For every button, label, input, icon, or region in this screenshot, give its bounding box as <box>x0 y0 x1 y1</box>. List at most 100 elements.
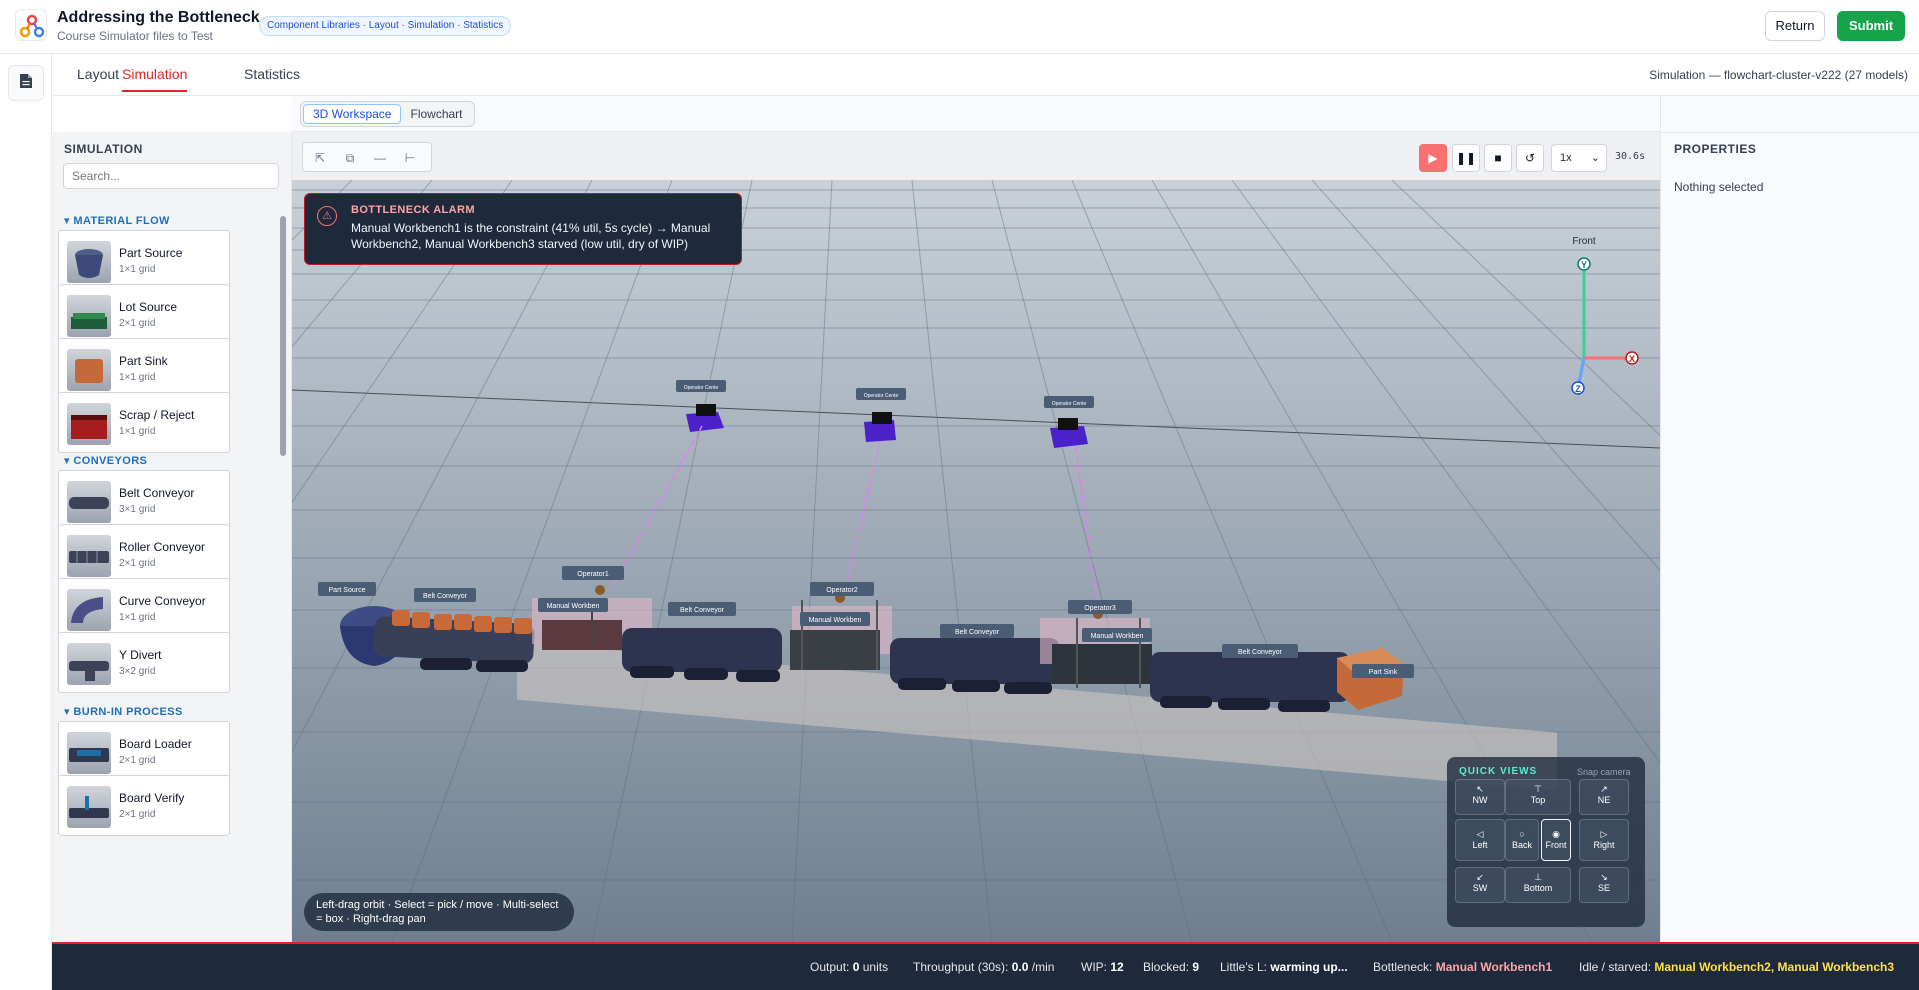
axis-front-label: Front <box>1572 236 1596 247</box>
arrow-se-icon: ↘ <box>1600 872 1608 882</box>
stat-label: Idle / starved: <box>1579 960 1652 974</box>
belt-conveyor-4[interactable] <box>1150 652 1350 712</box>
label-part-sink: Part Sink <box>1369 669 1398 676</box>
reset-button[interactable]: ↺ <box>1516 144 1544 172</box>
arrow-right-icon: ▷ <box>1600 829 1608 839</box>
view-ne-button[interactable]: ↗ NE <box>1579 779 1629 815</box>
alarm-text: Manual Workbench1 is the constraint (41%… <box>351 221 711 251</box>
item-size: 2×1 grid <box>119 755 156 766</box>
stat-bottleneck: Bottleneck: Manual Workbench1 <box>1373 960 1552 974</box>
stat-output: Output: 0 units <box>810 960 888 974</box>
item-size: 2×1 grid <box>119 809 156 820</box>
view-label: Back <box>1511 840 1532 850</box>
palette-item-roller-conveyor[interactable]: Roller Conveyor 2×1 grid <box>58 524 230 585</box>
palette-item-part-sink[interactable]: Part Sink 1×1 grid <box>58 338 230 399</box>
view-bottom-button[interactable]: ⊥ Bottom <box>1505 867 1571 903</box>
view-nw-button[interactable]: ↖ NW <box>1455 779 1505 815</box>
toggle-3d-workspace[interactable]: 3D Workspace <box>303 104 402 124</box>
component-palette: SIMULATION ▾ MATERIAL FLOW Part Source 1… <box>52 132 292 942</box>
arrow-left-icon: ◁ <box>1476 829 1484 839</box>
select-tool-icon[interactable]: ⇱ <box>309 147 331 169</box>
box-select-tool-icon[interactable]: ⧉ <box>339 147 361 169</box>
view-sw-button[interactable]: ↙ SW <box>1455 867 1505 903</box>
stat-label: WIP: <box>1081 960 1107 974</box>
palette-item-part-source[interactable]: Part Source 1×1 grid <box>58 230 230 291</box>
stat-throughput: Throughput (30s): 0.0 /min <box>913 960 1054 974</box>
palette-item-belt-conveyor[interactable]: Belt Conveyor 3×1 grid <box>58 470 230 531</box>
play-button[interactable]: ▶ <box>1419 144 1447 172</box>
label-belt4: Belt Conveyor <box>1238 649 1283 656</box>
label-workbench3: Manual Workben <box>1091 633 1144 640</box>
section-material-flow[interactable]: ▾ MATERIAL FLOW <box>64 214 170 227</box>
view-left-button[interactable]: ◁ Left <box>1455 819 1505 861</box>
label-operator-center-2: Operator Cente <box>864 393 899 399</box>
stop-icon: ■ <box>1494 151 1502 165</box>
axis-y-label: Y <box>1581 260 1587 270</box>
workbench-3[interactable] <box>1040 609 1152 688</box>
arrow-sw-icon: ↙ <box>1476 872 1484 882</box>
item-name: Roller Conveyor <box>119 540 206 554</box>
palette-item-lot-source[interactable]: Lot Source 2×1 grid <box>58 284 230 345</box>
board-loader-thumbnail <box>67 732 111 774</box>
view-front-button[interactable]: ◉ Front <box>1541 819 1571 861</box>
line-tool-icon[interactable]: — <box>369 147 391 169</box>
view-right-button[interactable]: ▷ Right <box>1579 819 1629 861</box>
breadcrumb[interactable]: Component Libraries · Layout · Simulatio… <box>259 16 512 36</box>
main-tabs: Layout Simulation Statistics Simulation … <box>52 54 1919 96</box>
belt-conveyor-2[interactable] <box>622 628 782 682</box>
submit-button[interactable]: Submit <box>1837 11 1905 41</box>
document-button[interactable] <box>8 65 44 101</box>
app-logo <box>15 9 47 41</box>
palette-item-board-verify[interactable]: Board Verify 2×1 grid <box>58 775 230 836</box>
roller-conveyor-thumbnail <box>67 535 111 577</box>
palette-scrollbar[interactable] <box>278 204 288 939</box>
palette-search-input[interactable] <box>63 163 279 189</box>
tab-simulation[interactable]: Simulation <box>122 66 188 92</box>
view-back-button[interactable]: ○ Back <box>1505 819 1539 861</box>
left-rail <box>0 54 52 990</box>
toggle-flowchart[interactable]: Flowchart <box>401 104 471 124</box>
belt-conveyor-3[interactable] <box>890 638 1060 694</box>
section-label: CONVEYORS <box>73 455 148 467</box>
view-top-button[interactable]: ⊤ Top <box>1505 779 1571 815</box>
tab-layout[interactable]: Layout <box>77 66 119 90</box>
item-size: 2×1 grid <box>119 558 156 569</box>
measure-tool-icon[interactable]: ⊢ <box>399 147 421 169</box>
item-name: Lot Source <box>119 300 178 314</box>
3d-viewport[interactable]: ⇱ ⧉ — ⊢ ▶ ❚❚ ■ ↺ 1x ⌄ 30.6s Part Source … <box>292 132 1660 942</box>
stat-value: Manual Workbench2, Manual Workbench3 <box>1654 960 1894 974</box>
view-label: Bottom <box>1523 883 1553 893</box>
section-burn-in[interactable]: ▾ BURN-IN PROCESS <box>64 705 183 718</box>
section-conveyors[interactable]: ▾ CONVEYORS <box>64 414 147 467</box>
speed-select[interactable]: 1x ⌄ <box>1551 144 1607 172</box>
return-button[interactable]: Return <box>1765 11 1825 41</box>
quick-views-subtitle: Snap camera <box>1577 767 1631 777</box>
palette-item-curve-conveyor[interactable]: Curve Conveyor 1×1 grid <box>58 578 230 639</box>
top-header: Addressing the Bottleneck Course Simulat… <box>0 0 1919 54</box>
stop-button[interactable]: ■ <box>1484 144 1512 172</box>
scrollbar-thumb[interactable] <box>280 216 286 456</box>
eye-icon: ◉ <box>1552 829 1560 839</box>
simulation-meta: Simulation — flowchart-cluster-v222 (27 … <box>1649 68 1908 82</box>
status-bar: Output: 0 units Throughput (30s): 0.0 /m… <box>52 942 1919 990</box>
label-workbench1: Manual Workben <box>547 603 600 610</box>
view-label: SW <box>1472 883 1488 893</box>
belt-conveyor-thumbnail <box>67 481 111 523</box>
stat-value: Manual Workbench1 <box>1435 960 1553 974</box>
palette-item-board-loader[interactable]: Board Loader 2×1 grid <box>58 721 230 782</box>
label-belt3: Belt Conveyor <box>955 629 1000 636</box>
palette-item-y-divert[interactable]: Y Divert 3×2 grid <box>58 632 230 693</box>
properties-empty: Nothing selected <box>1674 180 1764 194</box>
section-label: BURN-IN PROCESS <box>73 706 183 718</box>
tool-group: ⇱ ⧉ — ⊢ <box>302 142 432 172</box>
properties-panel: PROPERTIES Nothing selected <box>1660 96 1919 942</box>
view-se-button[interactable]: ↘ SE <box>1579 867 1629 903</box>
palette-title: SIMULATION <box>64 142 143 156</box>
pause-button[interactable]: ❚❚ <box>1452 144 1480 172</box>
tab-statistics[interactable]: Statistics <box>244 66 300 90</box>
stat-label: Throughput (30s): <box>913 960 1009 974</box>
view-label: Top <box>1530 795 1546 805</box>
app-subtitle: Course Simulator files to Test <box>57 29 213 43</box>
stat-unit: units <box>862 960 889 974</box>
arrow-top-icon: ⊤ <box>1534 784 1542 794</box>
